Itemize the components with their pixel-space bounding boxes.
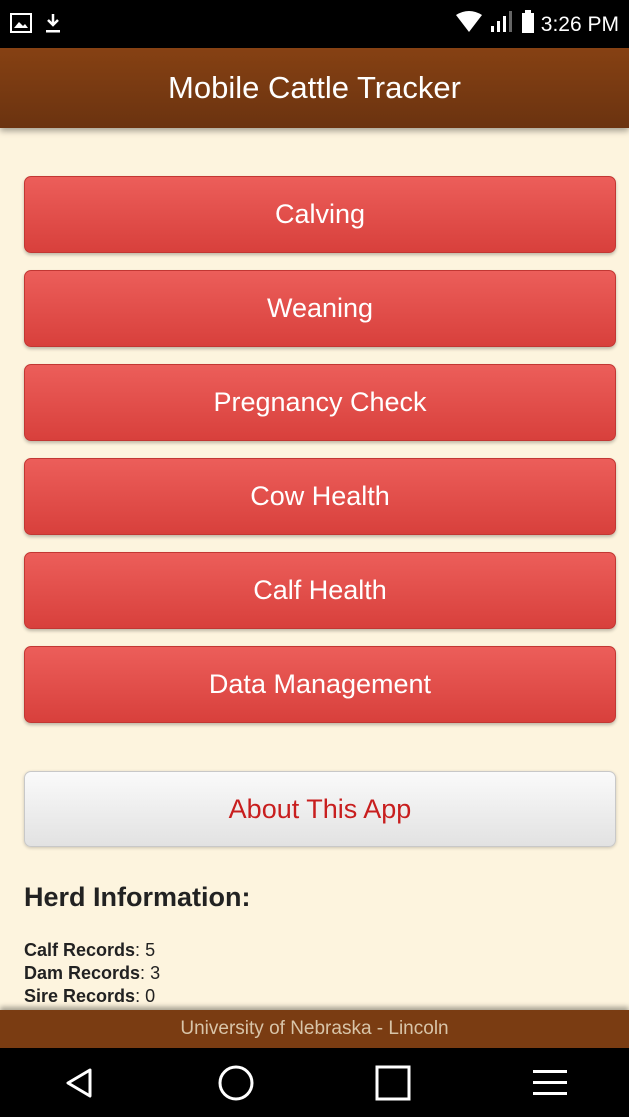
dam-records-row: Dam Records: 3 (24, 962, 160, 985)
record-value: 0 (145, 986, 156, 1006)
back-icon[interactable] (49, 1058, 109, 1108)
wifi-icon (455, 10, 483, 39)
cow-health-button[interactable]: Cow Health (24, 458, 616, 535)
data-management-button[interactable]: Data Management (24, 646, 616, 723)
footer-text: University of Nebraska - Lincoln (180, 1018, 449, 1039)
weaning-button[interactable]: Weaning (24, 270, 616, 347)
download-icon (44, 12, 62, 39)
record-label: Calf Records (24, 940, 136, 960)
page-title: Mobile Cattle Tracker (168, 70, 461, 105)
record-label: Dam Records (24, 963, 141, 983)
about-app-button[interactable]: About This App (24, 771, 616, 847)
main-menu: Calving Weaning Pregnancy Check Cow Heal… (24, 176, 616, 740)
recents-icon[interactable] (363, 1058, 423, 1108)
battery-icon (521, 10, 535, 39)
app-header: Mobile Cattle Tracker (0, 48, 629, 128)
app-footer: University of Nebraska - Lincoln (0, 1010, 629, 1048)
record-value: 5 (145, 940, 156, 960)
image-icon (10, 13, 32, 38)
signal-icon (489, 10, 515, 39)
calving-button[interactable]: Calving (24, 176, 616, 253)
pregnancy-check-button[interactable]: Pregnancy Check (24, 364, 616, 441)
herd-records-list: Calf Records: 5 Dam Records: 3 Sire Reco… (24, 939, 160, 1008)
record-value: 3 (150, 963, 161, 983)
system-nav-bar (0, 1048, 629, 1117)
herd-info-heading: Herd Information: (24, 882, 251, 912)
sire-records-row: Sire Records: 0 (24, 985, 160, 1008)
record-separator: : (135, 986, 146, 1006)
menu-icon[interactable] (520, 1058, 580, 1108)
calf-health-button[interactable]: Calf Health (24, 552, 616, 629)
status-bar: 3:26 PM (0, 0, 629, 48)
status-time: 3:26 PM (540, 12, 619, 36)
calf-records-row: Calf Records: 5 (24, 939, 160, 962)
home-icon[interactable] (206, 1058, 266, 1108)
record-separator: : (140, 963, 151, 983)
record-separator: : (135, 940, 146, 960)
record-label: Sire Records (24, 986, 136, 1006)
